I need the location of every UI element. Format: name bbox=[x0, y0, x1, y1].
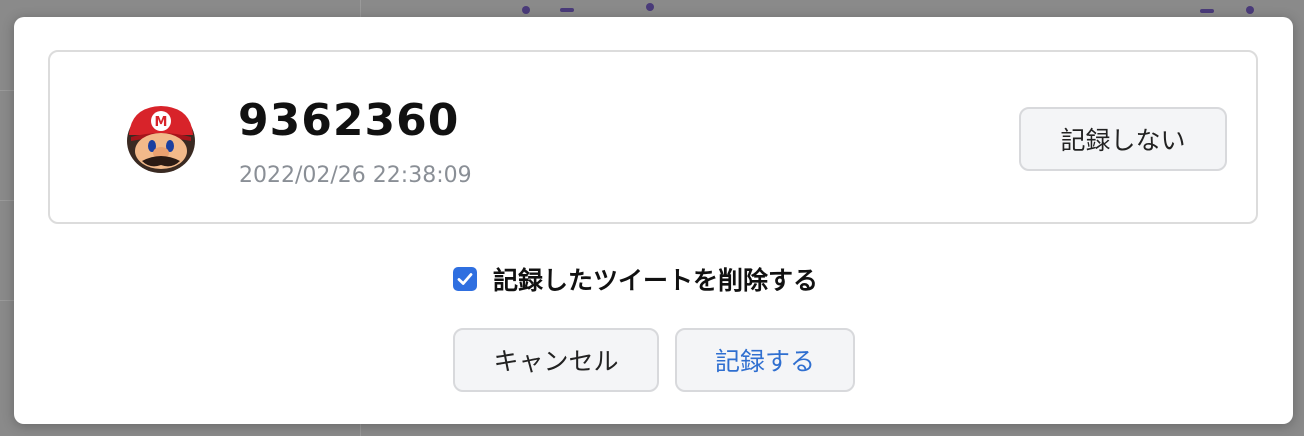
background-divider bbox=[0, 300, 14, 301]
cancel-button[interactable]: キャンセル bbox=[453, 328, 659, 392]
skip-record-button[interactable]: 記録しない bbox=[1019, 107, 1227, 171]
record-card: M 9362360 2022/02/26 22:38:09 記録しない bbox=[48, 50, 1258, 224]
delete-tweet-checkbox[interactable] bbox=[453, 267, 477, 291]
background-chart-point bbox=[646, 3, 654, 11]
background-chart-point bbox=[1246, 6, 1254, 14]
background-divider bbox=[0, 200, 14, 201]
checkmark-icon bbox=[457, 273, 473, 285]
background-chart-point bbox=[522, 6, 530, 14]
record-dialog: M 9362360 2022/02/26 22:38:09 記録しない 記録した… bbox=[14, 17, 1293, 424]
mario-head-icon: M bbox=[127, 106, 195, 173]
delete-tweet-label: 記録したツイートを削除する bbox=[493, 266, 819, 295]
score-value: 9362360 bbox=[238, 95, 460, 146]
delete-tweet-option[interactable]: 記録したツイートを削除する bbox=[453, 261, 818, 297]
background-chart-line bbox=[1200, 9, 1214, 13]
record-timestamp: 2022/02/26 22:38:09 bbox=[239, 163, 472, 188]
background-chart-line bbox=[560, 8, 574, 12]
record-button[interactable]: 記録する bbox=[675, 328, 855, 392]
background-divider bbox=[0, 90, 14, 91]
svg-text:M: M bbox=[155, 115, 168, 130]
